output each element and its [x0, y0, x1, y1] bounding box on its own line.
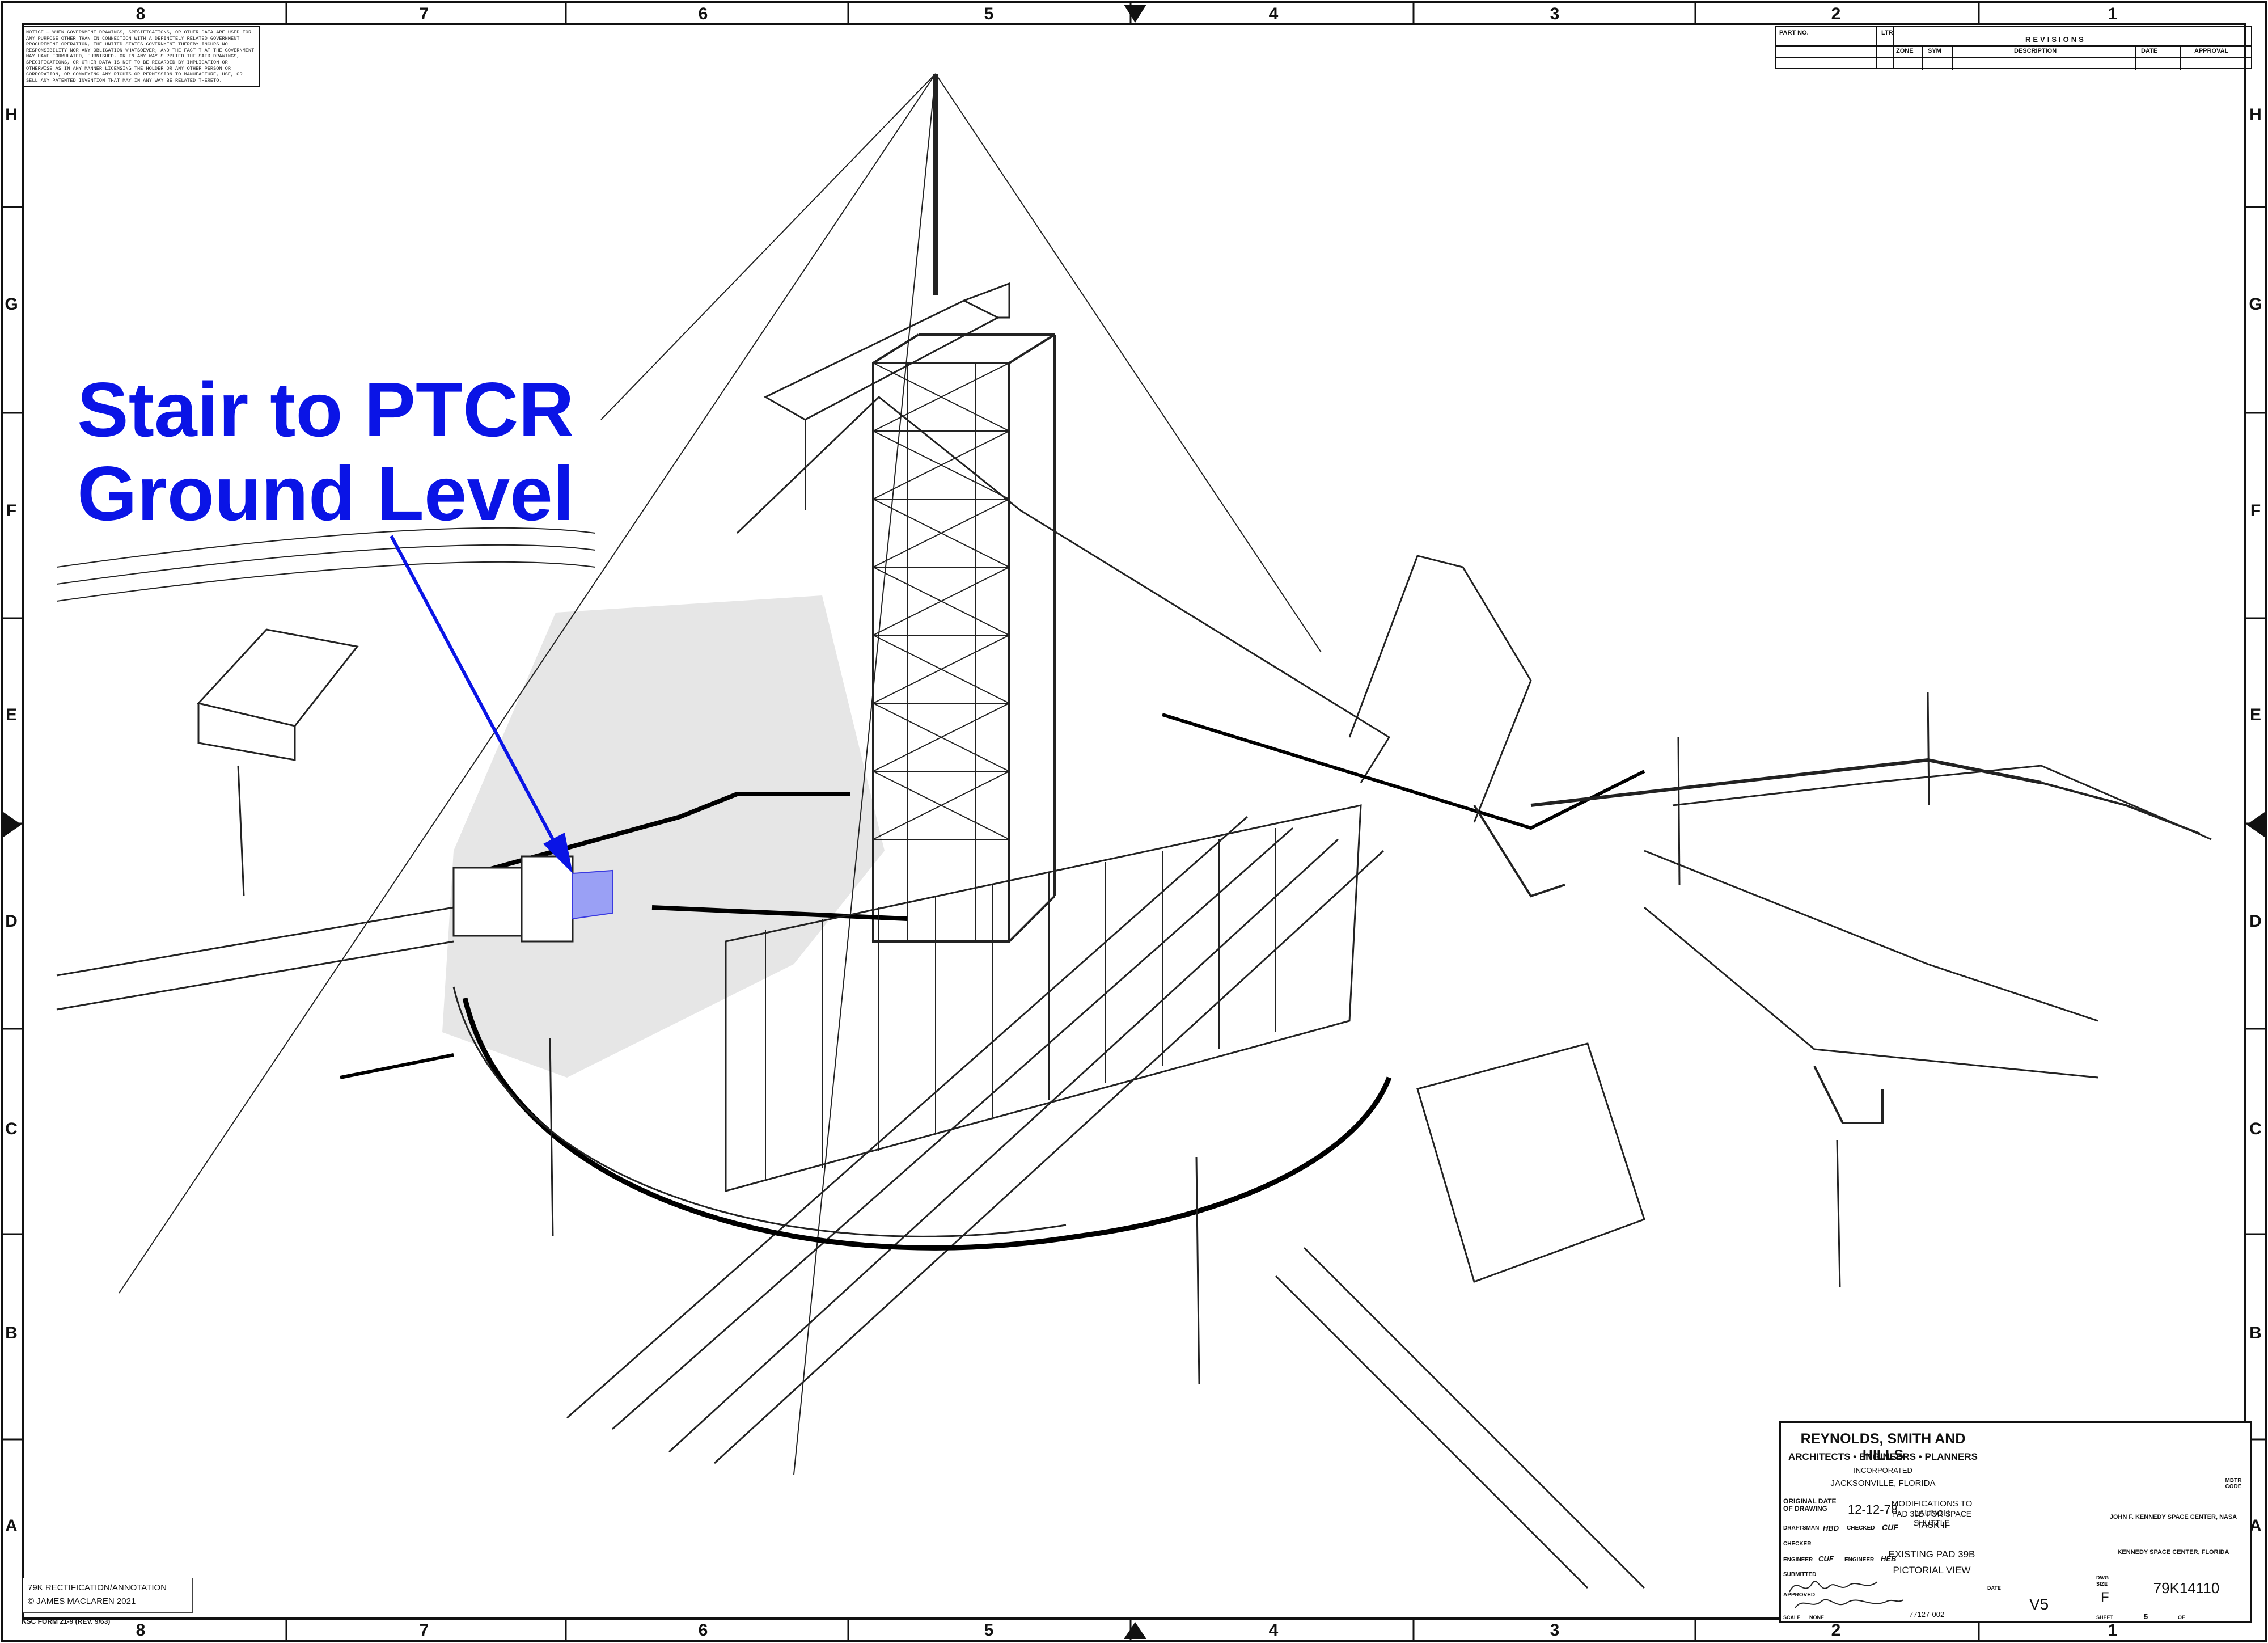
launch-pad-pictorial — [56, 73, 2212, 1589]
grid-col-top-3: 3 — [1550, 5, 1560, 23]
grid-col-bottom-2: 2 — [1831, 1621, 1841, 1640]
task-label: -TASK II- — [1913, 1520, 1950, 1530]
date-label: DATE — [2141, 48, 2158, 54]
agency-line-1: JOHN F. KENNEDY SPACE CENTER, NASA — [2109, 1514, 2237, 1520]
center-mark-top — [1124, 5, 1146, 23]
grid-row-left-b: B — [5, 1324, 18, 1342]
grid-row-right-g: G — [2249, 295, 2262, 314]
ltr-label: LTR — [1881, 29, 1893, 36]
callout-line-1: Stair to PTCR — [77, 366, 574, 453]
drawing-number: 79K14110 — [2153, 1579, 2220, 1596]
revisions-title: REVISIONS — [2025, 35, 2086, 44]
drawing-sheet — [1, 1, 2267, 1642]
dwg-size: F — [2101, 1590, 2109, 1605]
center-mark-right — [2246, 812, 2265, 837]
grid-row-right-f: F — [2250, 501, 2261, 520]
grid-col-bottom-3: 3 — [1550, 1621, 1560, 1640]
firm-incorporated: INCORPORATED — [1854, 1466, 1912, 1475]
center-mark-left — [3, 812, 22, 837]
approval-signature — [1795, 1599, 1904, 1608]
stair-highlight — [572, 869, 613, 920]
part-no-label: PART NO. — [1779, 29, 1809, 36]
grid-row-right-h: H — [2249, 105, 2262, 124]
checked-label: CHECKED — [1847, 1525, 1875, 1531]
draftsman-label: DRAFTSMAN — [1783, 1525, 1820, 1531]
grid-row-left-f: F — [6, 501, 17, 520]
revisions-block: PART NO. LTR REVISIONS ZONE SYM DESCRIPT… — [1775, 26, 2252, 70]
of-label: OF — [2178, 1615, 2185, 1620]
sheet-code: V5 — [2029, 1595, 2049, 1613]
approval-label: APPROVAL — [2194, 48, 2229, 54]
grid-row-left-g: G — [5, 295, 18, 314]
form-number: KSC FORM 21-9 (REV. 9/63) — [22, 1617, 111, 1625]
grid-col-bottom-8: 8 — [136, 1621, 146, 1640]
grid-row-right-c: C — [2249, 1120, 2262, 1138]
title-block: REYNOLDS, SMITH AND HILLS ARCHITECTS • E… — [1779, 1421, 2252, 1623]
sheet-label: SHEET — [2096, 1615, 2114, 1620]
grid-row-right-d: D — [2249, 912, 2262, 931]
engineer2-label: ENGINEER — [1844, 1557, 1875, 1563]
drawing-title-2: PICTORIAL VIEW — [1893, 1565, 1971, 1576]
grid-row-right-e: E — [2249, 706, 2261, 724]
credit-line-1: 79K RECTIFICATION/ANNOTATION — [28, 1583, 167, 1593]
description-label: DESCRIPTION — [2014, 48, 2057, 54]
grid-col-top-7: 7 — [419, 5, 429, 23]
agency-line-2: KENNEDY SPACE CENTER, FLORIDA — [2117, 1549, 2229, 1556]
scale-label: SCALE — [1783, 1615, 1801, 1620]
mbtr-code-label: MBTR CODE — [2225, 1477, 2242, 1490]
drawing-title-1: EXISTING PAD 39B — [1888, 1549, 1975, 1560]
firm-subtitle: ARCHITECTS • ENGINEERS • PLANNERS — [1788, 1451, 1978, 1462]
grid-col-bottom-6: 6 — [698, 1621, 708, 1640]
credit-line-2: © JAMES MACLAREN 2021 — [28, 1596, 136, 1606]
grid-row-left-h: H — [5, 105, 18, 124]
sheet-number: 5 — [2144, 1612, 2148, 1621]
zone-label: ZONE — [1896, 48, 1914, 54]
grid-col-bottom-4: 4 — [1268, 1621, 1279, 1640]
dwg-size-label: DWG SIZE — [2096, 1575, 2109, 1587]
grid-col-top-4: 4 — [1268, 5, 1279, 23]
grid-row-left-e: E — [5, 706, 17, 724]
grid-col-top-1: 1 — [2108, 5, 2118, 23]
government-notice: NOTICE — WHEN GOVERNMENT DRAWINGS, SPECI… — [22, 26, 260, 87]
center-mark-bottom — [1124, 1622, 1146, 1639]
grid-col-top-2: 2 — [1831, 5, 1841, 23]
sym-label: SYM — [1928, 48, 1941, 54]
date-field-label: DATE — [1987, 1585, 2001, 1591]
scale-value: NONE — [1809, 1615, 1825, 1620]
stair-callout-label: Stair to PTCR Ground Level — [77, 368, 574, 535]
engineer-value: CUF — [1818, 1555, 1834, 1563]
original-date-label: ORIGINAL DATE OF DRAWING — [1783, 1497, 1837, 1513]
callout-line-2: Ground Level — [77, 450, 574, 537]
grid-col-bottom-1: 1 — [2108, 1621, 2118, 1640]
grid-row-left-a: A — [5, 1517, 18, 1535]
firm-city: JACKSONVILLE, FLORIDA — [1830, 1479, 1936, 1488]
engineer-label: ENGINEER — [1783, 1557, 1813, 1563]
grid-col-bottom-7: 7 — [419, 1621, 429, 1640]
grid-col-top-5: 5 — [984, 5, 994, 23]
checker-label: CHECKER — [1783, 1541, 1812, 1547]
grid-row-left-d: D — [5, 912, 18, 931]
grid-col-bottom-5: 5 — [984, 1621, 994, 1640]
grid-row-left-c: C — [5, 1120, 18, 1138]
grid-col-top-8: 8 — [136, 5, 146, 23]
grid-col-top-6: 6 — [698, 5, 708, 23]
grid-row-right-b: B — [2249, 1324, 2262, 1342]
draftsman-value: HBD — [1823, 1524, 1839, 1532]
job-number: 77127-002 — [1909, 1610, 1945, 1619]
annotation-credit: 79K RECTIFICATION/ANNOTATION © JAMES MAC… — [23, 1578, 193, 1613]
